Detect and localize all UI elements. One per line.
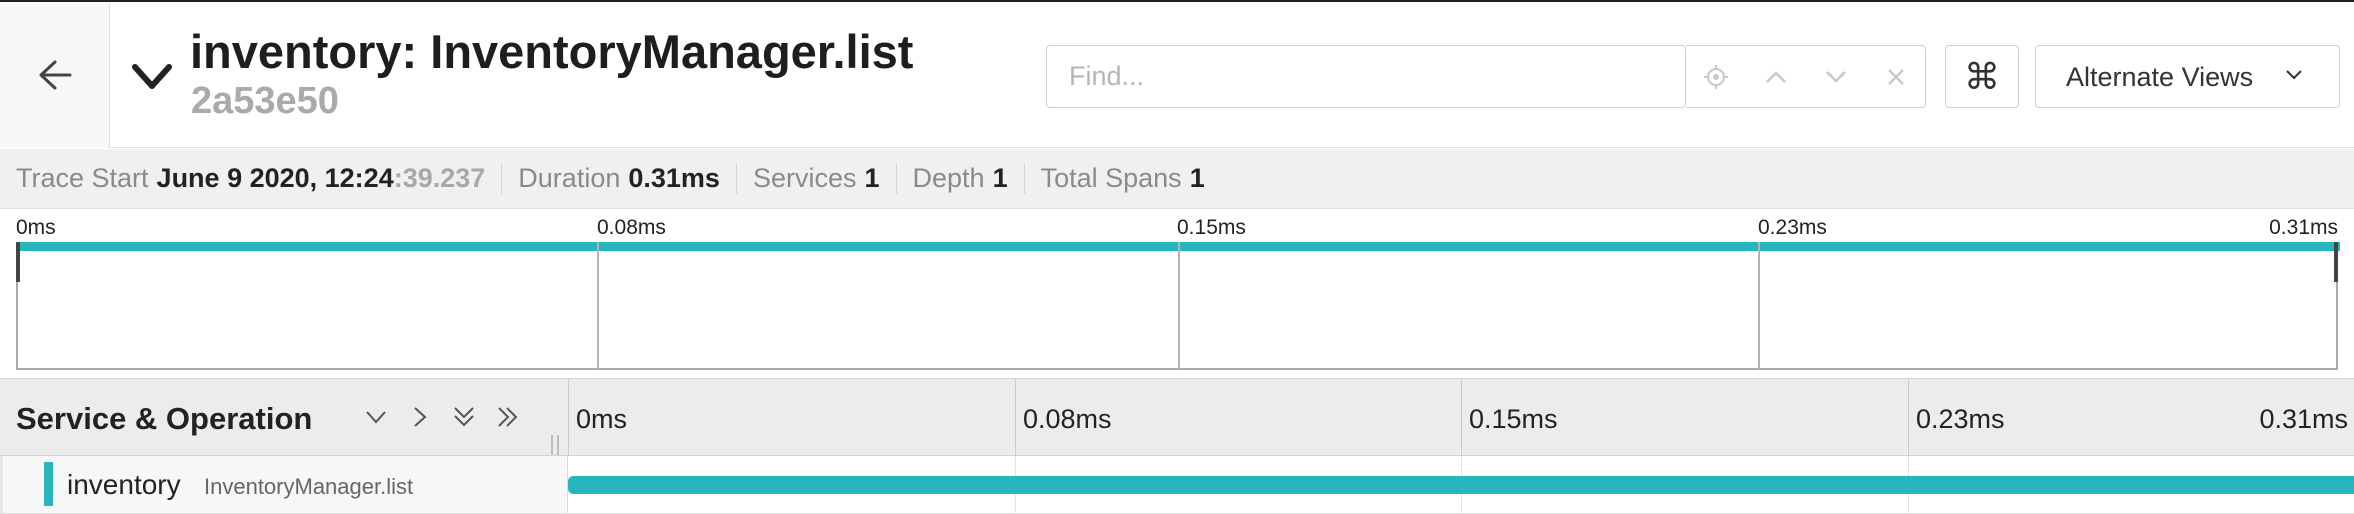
- minimap-left-handle[interactable]: [16, 242, 20, 282]
- arrow-left-icon: [39, 60, 71, 90]
- trace-minimap[interactable]: 0ms 0.08ms 0.15ms 0.23ms 0.31ms: [0, 210, 2354, 375]
- expand-one-icon: [414, 407, 427, 427]
- alternate-views-dropdown[interactable]: Alternate Views: [2035, 45, 2340, 108]
- span-row[interactable]: inventory InventoryManager.list: [0, 456, 2354, 514]
- divider: [735, 163, 737, 194]
- minimap-gridline: [1758, 242, 1760, 370]
- span-duration-bar[interactable]: [568, 476, 2354, 494]
- timeline-gridline: [1015, 379, 1016, 457]
- chevron-up-icon: [1766, 70, 1786, 83]
- collapse-all-button[interactable]: [444, 399, 484, 435]
- minimap-tick: 0.15ms: [1177, 216, 1246, 239]
- minimap-canvas[interactable]: [16, 242, 2340, 370]
- close-icon: [1888, 68, 1904, 85]
- next-match-button[interactable]: [1806, 46, 1866, 107]
- back-button[interactable]: [0, 2, 110, 148]
- depth-label: Depth: [912, 163, 985, 193]
- chevron-down-icon: [1826, 70, 1846, 83]
- column-divider: [568, 379, 569, 457]
- clear-search-button[interactable]: [1866, 46, 1926, 107]
- trace-search: [1046, 45, 1686, 108]
- minimap-tick: 0.23ms: [1758, 216, 1827, 239]
- trace-id: 2a53e50: [191, 80, 339, 122]
- trace-title[interactable]: inventory: InventoryManager.list: [190, 24, 913, 79]
- span-service-name: inventory: [67, 469, 181, 500]
- span-operation-name: InventoryManager.list: [204, 474, 414, 499]
- timeline-tick: 0.15ms: [1469, 404, 1558, 434]
- prev-match-button[interactable]: [1746, 46, 1806, 107]
- minimap-tick: 0.31ms: [2269, 216, 2338, 239]
- timeline-gridline: [1908, 379, 1909, 457]
- total-spans-value: 1: [1189, 163, 1205, 193]
- column-resizer-grip[interactable]: [549, 435, 561, 455]
- minimap-gridline: [1178, 242, 1180, 370]
- timeline-gridline: [1461, 379, 1462, 457]
- collapse-one-button[interactable]: [356, 399, 396, 435]
- tree-indent-guide: [0, 456, 3, 513]
- minimap-right-handle[interactable]: [2334, 242, 2338, 282]
- locate-icon: [1704, 64, 1728, 89]
- service-color-marker: [44, 462, 53, 506]
- depth-value: 1: [992, 163, 1008, 193]
- trace-page-header: inventory: InventoryManager.list 2a53e50: [0, 0, 2354, 148]
- keyboard-shortcuts-button[interactable]: ⌘: [1945, 45, 2019, 108]
- duration-label: Duration: [518, 163, 621, 193]
- timeline-tick: 0.31ms: [2259, 404, 2348, 434]
- chevron-down-icon[interactable]: [130, 60, 174, 94]
- command-icon: ⌘: [1964, 55, 2000, 97]
- alternate-views-label: Alternate Views: [2066, 62, 2254, 92]
- minimap-gridline: [597, 242, 599, 370]
- timeline-tick: 0ms: [576, 404, 628, 434]
- trace-start-value: June 9 2020, 12:24: [156, 163, 394, 193]
- timeline-tick: 0.23ms: [1916, 404, 2005, 434]
- search-input[interactable]: [1047, 46, 1685, 107]
- services-value: 1: [864, 163, 880, 193]
- minimap-tick: 0ms: [16, 216, 56, 239]
- trace-start-label: Trace Start: [16, 163, 149, 193]
- collapse-all-icon: [454, 407, 474, 427]
- divider: [1023, 163, 1025, 194]
- timeline-tick: 0.08ms: [1023, 404, 1112, 434]
- minimap-tick: 0.08ms: [597, 216, 666, 239]
- trace-start-seconds: :39.237: [393, 163, 486, 193]
- expand-one-button[interactable]: [400, 399, 440, 435]
- trace-summary: Trace Start June 9 2020, 12:24:39.237 Du…: [0, 149, 2354, 209]
- span-name-cell[interactable]: inventory InventoryManager.list: [0, 456, 568, 513]
- service-operation-title: Service & Operation: [16, 401, 313, 436]
- search-actions: [1686, 45, 1926, 108]
- expand-all-icon: [498, 407, 518, 427]
- duration-value: 0.31ms: [628, 163, 720, 193]
- span-table-header: Service & Operation 0ms 0.08ms 0.15ms 0.…: [0, 378, 2354, 457]
- locate-button[interactable]: [1686, 46, 1746, 107]
- expand-all-button[interactable]: [488, 399, 528, 435]
- chevron-down-icon: [2286, 70, 2302, 80]
- services-label: Services: [752, 163, 857, 193]
- divider: [501, 163, 503, 194]
- total-spans-label: Total Spans: [1040, 163, 1182, 193]
- collapse-one-icon: [366, 411, 386, 424]
- divider: [895, 163, 897, 194]
